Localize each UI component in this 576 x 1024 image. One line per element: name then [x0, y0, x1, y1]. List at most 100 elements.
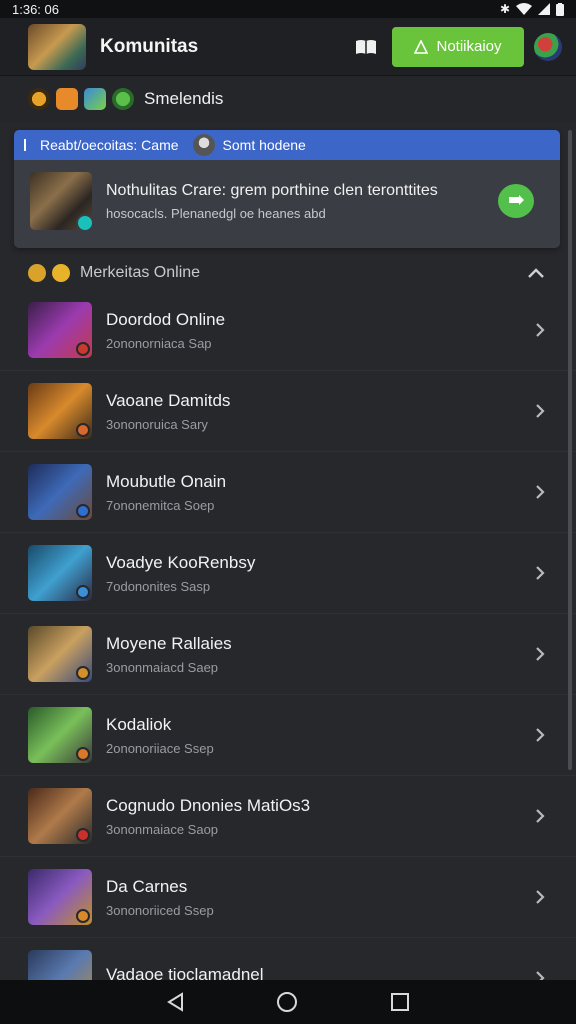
chevron-right-icon [536, 404, 545, 418]
game-thumbnail [28, 302, 92, 358]
community-avatar[interactable] [28, 23, 86, 70]
game-title: Voadye KooRenbsy [106, 552, 256, 572]
notify-button-label: Notiikaioy [436, 38, 502, 55]
list-item[interactable]: Da Carnes 3ononoriiced Ssep [0, 857, 576, 938]
game-subtitle: 2ononorniaca Sap [106, 335, 212, 351]
game-thumbnail [28, 869, 92, 925]
game-text: Vaoane Damitds 3ononoruica Sary [106, 391, 534, 432]
game-thumbnail [28, 545, 92, 601]
featured-header-left: Reabt/oecoitas: Came [40, 137, 179, 153]
signal-icon [538, 3, 550, 15]
game-subtitle: 3ononmaiacd Saep [106, 659, 219, 675]
game-thumbnail [28, 707, 92, 763]
list-item[interactable]: Moubutle Onain 7ononemitca Soep [0, 452, 576, 533]
list-item[interactable]: Moyene Rallaies 3ononmaiacd Saep [0, 614, 576, 695]
game-subtitle: 3ononoriiced Ssep [106, 902, 214, 918]
battery-icon [556, 2, 564, 16]
chevron-right-icon [536, 566, 545, 580]
game-subtitle: 3ononmaiace Saop [106, 821, 219, 837]
bell-icon [414, 39, 429, 54]
chevron-right-icon [536, 971, 545, 980]
game-badge [76, 504, 90, 518]
recents-icon[interactable] [390, 992, 410, 1012]
chat-icon [509, 195, 524, 205]
game-thumbnail [28, 788, 92, 844]
game-subtitle: 3ononoruica Sary [106, 416, 208, 432]
navigation-bar [0, 980, 576, 1024]
list-item[interactable]: Kodaliok 2ononoriiace Ssep [0, 695, 576, 776]
game-title: Vadaoe tioclamadnel [106, 965, 264, 980]
header-avatar [192, 134, 215, 156]
game-badge [76, 585, 90, 599]
chevron-right-icon [536, 809, 545, 823]
list-item[interactable]: Vadaoe tioclamadnel [0, 938, 576, 980]
game-thumbnail [28, 383, 92, 439]
trophy-icon [28, 264, 46, 282]
status-bar: 1:36: 06 ✱ [0, 0, 576, 18]
chevron-right-icon [536, 647, 545, 661]
globe-icon[interactable] [112, 88, 134, 110]
game-list: Doordod Online 2ononorniaca Sap Vaoane Dam… [0, 290, 576, 980]
featured-title: Nothulitas Crare: grem porthine clen ter… [106, 181, 438, 199]
scrollbar[interactable] [568, 130, 572, 770]
game-title: Doordod Online [106, 309, 226, 329]
chevron-right-icon [536, 890, 545, 904]
section-label: Merkeitas Online [80, 264, 201, 281]
list-item[interactable]: Vaoane Damitds 3ononoruica Sary [0, 371, 576, 452]
featured-card-header: Reabt/oecoitas: Came Somt hodene [14, 130, 560, 160]
coin-icon [52, 264, 70, 282]
featured-status-badge [76, 214, 94, 232]
back-icon[interactable] [166, 992, 184, 1012]
game-title: Cognudo Dnonies MatiOs3 [106, 795, 311, 815]
game-subtitle: 7odononites Sasp [106, 578, 211, 594]
chat-button[interactable] [498, 184, 534, 218]
featured-thumbnail [30, 172, 94, 232]
featured-text: Nothulitas Crare: grem porthine clen ter… [106, 182, 498, 221]
list-item[interactable]: Voadye KooRenbsy 7odononites Sasp [0, 533, 576, 614]
profile-avatar-icon[interactable] [534, 32, 562, 61]
game-badge [76, 747, 90, 761]
page-title: Komunitas [100, 35, 199, 57]
game-title: Vaoane Damitds [106, 390, 231, 410]
game-badge [76, 909, 90, 923]
game-badge [76, 666, 90, 680]
home-icon[interactable] [276, 991, 298, 1013]
featured-subtitle: hosocacls. Plenanedgl oe heanes abd [106, 205, 326, 221]
game-text: Voadye KooRenbsy 7odononites Sasp [106, 553, 534, 594]
game-thumbnail [28, 626, 92, 682]
game-title: Moyene Rallaies [106, 633, 232, 653]
game-badge [76, 423, 90, 437]
game-thumbnail [28, 950, 92, 980]
wifi-icon [516, 3, 532, 15]
chevron-right-icon [536, 728, 545, 742]
notify-button[interactable]: Notiikaioy [392, 26, 524, 67]
chevron-up-icon[interactable] [526, 267, 546, 279]
badge-icon[interactable] [28, 88, 50, 110]
subbar-label[interactable]: Smelendis [144, 89, 223, 109]
pin-icon [24, 139, 26, 151]
chevron-right-icon [536, 323, 545, 337]
game-title: Moubutle Onain [106, 471, 227, 491]
sub-bar: Smelendis [0, 76, 576, 122]
puzzle-icon[interactable] [84, 88, 106, 110]
featured-card-body: Nothulitas Crare: grem porthine clen ter… [14, 160, 560, 232]
status-time: 1:36: 06 [12, 1, 59, 17]
game-text: Moubutle Onain 7ononemitca Soep [106, 472, 534, 513]
chevron-right-icon [536, 485, 545, 499]
list-item[interactable]: Doordod Online 2ononorniaca Sap [0, 290, 576, 371]
game-text: Cognudo Dnonies MatiOs3 3ononmaiace Saop [106, 796, 534, 837]
game-thumbnail [28, 464, 92, 520]
game-badge [76, 828, 90, 842]
game-text: Moyene Rallaies 3ononmaiacd Saep [106, 634, 534, 675]
game-text: Da Carnes 3ononoriiced Ssep [106, 877, 534, 918]
list-item[interactable]: Cognudo Dnonies MatiOs3 3ononmaiace Saop [0, 776, 576, 857]
book-icon[interactable] [354, 38, 378, 56]
game-subtitle: 2ononoriiace Ssep [106, 740, 214, 756]
game-subtitle: 7ononemitca Soep [106, 497, 215, 513]
bluetooth-icon: ✱ [499, 2, 510, 16]
game-text: Vadaoe tioclamadnel [106, 965, 534, 980]
featured-card[interactable]: Reabt/oecoitas: Came Somt hodene Nothuli… [14, 130, 560, 248]
section-header[interactable]: Merkeitas Online [0, 256, 576, 290]
game-badge [76, 342, 90, 356]
folder-icon[interactable] [56, 88, 78, 110]
